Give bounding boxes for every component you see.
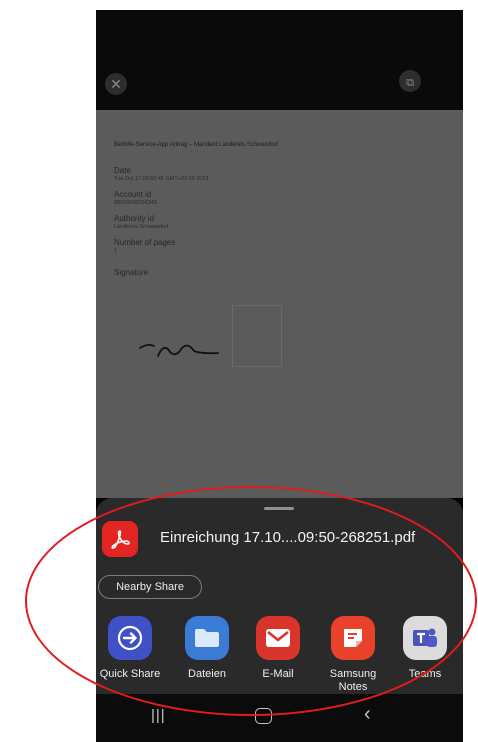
document-title: Beihilfe-Service-App Antrag – Mandant La…: [114, 142, 279, 148]
field-label: Number of pages: [114, 238, 176, 247]
field-value: 1: [114, 248, 118, 254]
signature-image: [139, 343, 219, 357]
recent-apps-button[interactable]: |||: [151, 707, 166, 724]
field-label: Account id: [114, 190, 152, 199]
signature-box: [232, 305, 282, 367]
field-authority-id: Authority id Landkreis Schwandorf: [114, 214, 424, 230]
field-label: Authority id: [114, 214, 155, 223]
field-date: Date Tue Oct 17 09:50:45 GMT+02:00 2023: [114, 166, 424, 182]
field-value: 88000000038343: [114, 200, 157, 206]
open-external-icon: ⧉: [406, 77, 414, 89]
close-button[interactable]: ✕: [105, 73, 127, 95]
annotation-circle: [25, 486, 477, 716]
field-value: Tue Oct 17 09:50:45 GMT+02:00 2023: [114, 176, 209, 182]
back-button[interactable]: ‹: [364, 703, 371, 726]
signature-label: Signature: [114, 268, 149, 277]
close-icon: ✕: [110, 76, 122, 92]
field-account-id: Account id 88000000038343: [114, 190, 424, 206]
field-number-of-pages: Number of pages 1: [114, 238, 424, 254]
field-value: Landkreis Schwandorf: [114, 224, 169, 230]
open-external-button[interactable]: ⧉: [399, 70, 421, 92]
top-bar: ✕ ⧉: [96, 10, 463, 110]
field-label: Date: [114, 166, 131, 175]
back-icon: ‹: [364, 703, 371, 725]
recent-apps-icon: |||: [151, 707, 166, 724]
document-preview: Beihilfe-Service-App Antrag – Mandant La…: [96, 110, 463, 498]
